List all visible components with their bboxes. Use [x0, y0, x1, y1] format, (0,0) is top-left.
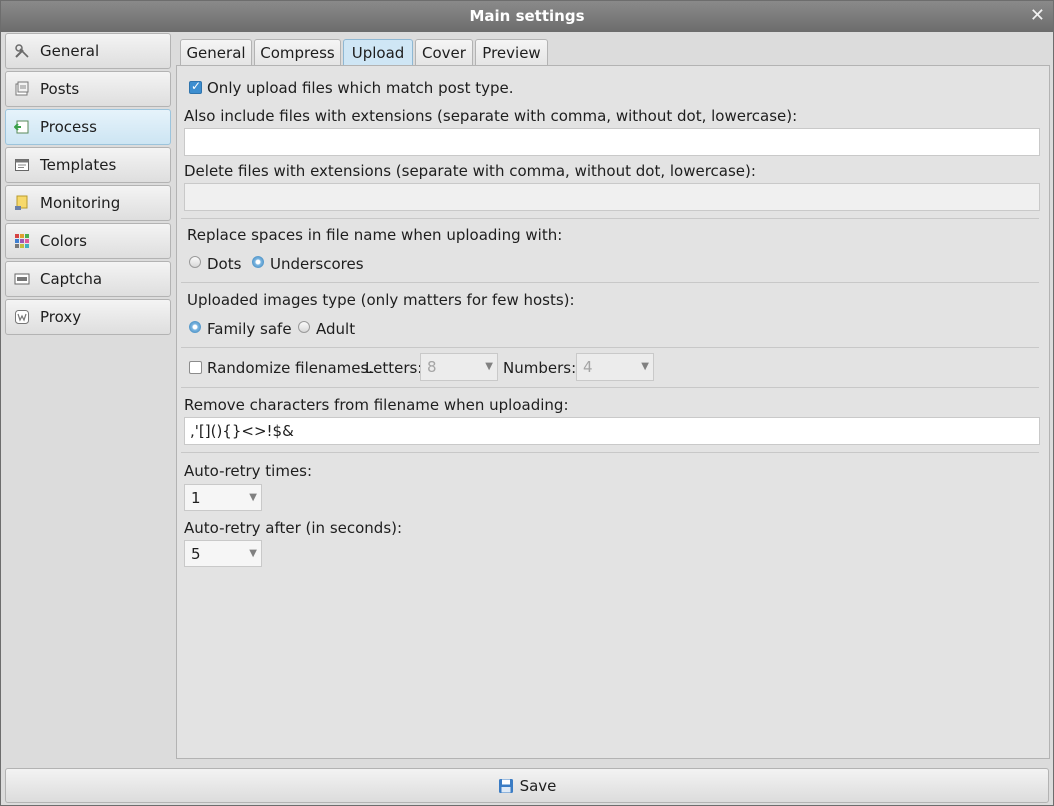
- include-ext-label: Also include files with extensions (sepa…: [184, 107, 798, 125]
- monitoring-icon: [14, 195, 30, 211]
- chevron-down-icon: ▼: [641, 361, 649, 372]
- tab-upload[interactable]: Upload: [343, 39, 413, 67]
- sidebar-item-label: General: [40, 42, 100, 60]
- radio-adult[interactable]: [298, 321, 310, 333]
- retry-times-select[interactable]: 1 ▼: [184, 484, 262, 511]
- proxy-icon: [14, 309, 30, 325]
- retry-times-value: 1: [191, 489, 201, 507]
- sidebar-item-captcha[interactable]: Captcha: [5, 261, 171, 297]
- retry-after-value: 5: [191, 545, 201, 563]
- radio-family-safe[interactable]: [189, 321, 201, 333]
- randomize-label: Randomize filenames.: [207, 359, 374, 377]
- chevron-down-icon: ▼: [485, 361, 493, 372]
- letters-value: 8: [427, 358, 437, 376]
- sidebar-item-proxy[interactable]: Proxy: [5, 299, 171, 335]
- sidebar-item-label: Colors: [40, 232, 87, 250]
- remove-chars-input[interactable]: ,'[](){}<>!$&: [184, 417, 1040, 445]
- tools-icon: [14, 43, 30, 59]
- sidebar-item-label: Process: [40, 118, 97, 136]
- images-type-label: Uploaded images type (only matters for f…: [187, 291, 575, 309]
- process-icon: [14, 119, 30, 135]
- divider: [181, 282, 1039, 283]
- divider: [181, 387, 1039, 388]
- sidebar-item-label: Monitoring: [40, 194, 121, 212]
- tab-cover[interactable]: Cover: [415, 39, 473, 66]
- sidebar-item-label: Proxy: [40, 308, 82, 326]
- letters-label: Letters:: [365, 359, 423, 377]
- numbers-value: 4: [583, 358, 593, 376]
- radio-underscores[interactable]: [252, 256, 264, 268]
- numbers-label: Numbers:: [503, 359, 577, 377]
- radio-dots[interactable]: [189, 256, 201, 268]
- templates-icon: [14, 157, 30, 173]
- sidebar: General Posts Process Templates Monitori…: [5, 33, 172, 763]
- colors-icon: [14, 233, 30, 249]
- only-match-checkbox[interactable]: [189, 79, 202, 94]
- tab-preview[interactable]: Preview: [475, 39, 548, 66]
- sidebar-item-label: Posts: [40, 80, 80, 98]
- divider: [181, 452, 1039, 453]
- radio-underscores-label: Underscores: [270, 255, 364, 273]
- replace-spaces-label: Replace spaces in file name when uploadi…: [187, 226, 563, 244]
- main-settings-window: Main settings ✕ General Posts Process Te…: [0, 0, 1054, 806]
- randomize-checkbox[interactable]: [189, 361, 202, 374]
- tab-compress[interactable]: Compress: [254, 39, 341, 66]
- sidebar-item-label: Templates: [40, 156, 117, 174]
- tab-general[interactable]: General: [180, 39, 252, 66]
- posts-icon: [14, 81, 30, 97]
- save-label: Save: [519, 776, 557, 795]
- chevron-down-icon: ▼: [249, 548, 257, 559]
- sidebar-item-label: Captcha: [40, 270, 103, 288]
- remove-chars-label: Remove characters from filename when upl…: [184, 396, 569, 414]
- delete-ext-label: Delete files with extensions (separate w…: [184, 162, 756, 180]
- retry-after-select[interactable]: 5 ▼: [184, 540, 262, 567]
- title-bar: Main settings ✕: [1, 1, 1053, 32]
- divider: [181, 347, 1039, 348]
- radio-dots-label: Dots: [207, 255, 242, 273]
- save-button[interactable]: Save: [5, 768, 1049, 803]
- chevron-down-icon: ▼: [249, 492, 257, 503]
- close-icon[interactable]: ✕: [1030, 1, 1045, 31]
- captcha-icon: [14, 271, 30, 287]
- numbers-select[interactable]: 4 ▼: [576, 353, 654, 381]
- sidebar-item-posts[interactable]: Posts: [5, 71, 171, 107]
- include-ext-input[interactable]: [184, 128, 1040, 156]
- sidebar-item-monitoring[interactable]: Monitoring: [5, 185, 171, 221]
- retry-after-label: Auto-retry after (in seconds):: [184, 519, 403, 537]
- sidebar-item-colors[interactable]: Colors: [5, 223, 171, 259]
- letters-select[interactable]: 8 ▼: [420, 353, 498, 381]
- sidebar-item-templates[interactable]: Templates: [5, 147, 171, 183]
- retry-times-label: Auto-retry times:: [184, 462, 313, 480]
- radio-adult-label: Adult: [316, 320, 356, 338]
- radio-family-safe-label: Family safe: [207, 320, 292, 338]
- floppy-disk-icon: [498, 778, 514, 794]
- divider: [181, 218, 1039, 219]
- sidebar-item-general[interactable]: General: [5, 33, 171, 69]
- sidebar-item-process[interactable]: Process: [5, 109, 171, 145]
- window-title: Main settings: [469, 7, 585, 25]
- only-match-label: Only upload files which match post type.: [207, 79, 514, 97]
- delete-ext-input[interactable]: [184, 183, 1040, 211]
